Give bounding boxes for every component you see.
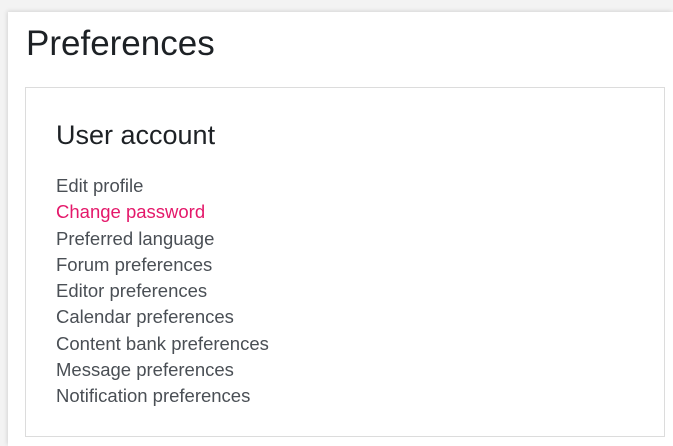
list-item: Change password [56,199,269,225]
user-account-card: User account Edit profile Change passwor… [25,87,665,437]
section-title: User account [56,120,216,150]
forum-preferences-link[interactable]: Forum preferences [56,254,212,275]
preferences-page: Preferences User account Edit profile Ch… [8,12,673,446]
list-item: Notification preferences [56,383,269,409]
list-item: Edit profile [56,173,269,199]
edit-profile-link[interactable]: Edit profile [56,175,143,196]
user-account-links: Edit profile Change password Preferred l… [56,173,269,410]
list-item: Preferred language [56,226,269,252]
calendar-preferences-link[interactable]: Calendar preferences [56,306,234,327]
list-item: Editor preferences [56,278,269,304]
page-title: Preferences [26,24,215,63]
list-item: Content bank preferences [56,331,269,357]
list-item: Forum preferences [56,252,269,278]
notification-preferences-link[interactable]: Notification preferences [56,385,250,406]
message-preferences-link[interactable]: Message preferences [56,359,234,380]
list-item: Calendar preferences [56,304,269,330]
editor-preferences-link[interactable]: Editor preferences [56,280,207,301]
content-bank-preferences-link[interactable]: Content bank preferences [56,333,269,354]
list-item: Message preferences [56,357,269,383]
preferred-language-link[interactable]: Preferred language [56,228,214,249]
change-password-link[interactable]: Change password [56,201,205,222]
